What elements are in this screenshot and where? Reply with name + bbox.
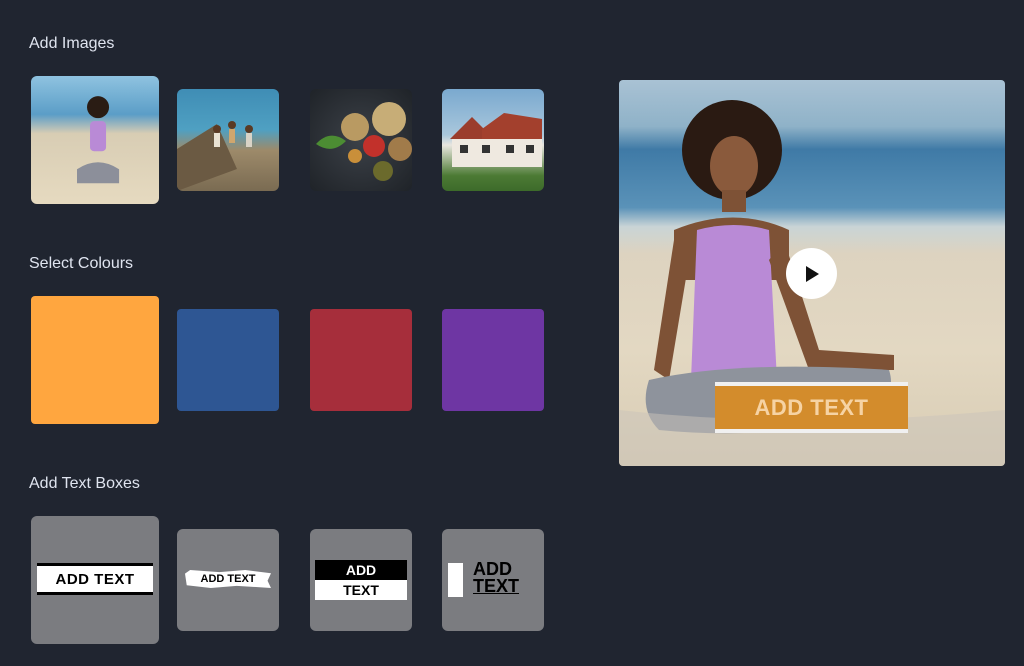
video-preview: ADD TEXT [619, 80, 1005, 466]
image-option-food[interactable] [310, 89, 412, 191]
text-box-sidebar-bottom: TEXT [473, 576, 520, 596]
select-colours-title: Select Colours [29, 255, 134, 272]
text-box-banner-label: ADD TEXT [37, 563, 153, 595]
food-items [316, 102, 412, 181]
image-option-friends[interactable] [177, 89, 279, 191]
colour-swatch-red[interactable] [310, 309, 412, 411]
text-box-sidebar-bar [448, 563, 463, 597]
text-box-brush-label: ADD TEXT [185, 570, 271, 588]
text-box-style-banner[interactable]: ADD TEXT [31, 516, 159, 644]
colour-swatch-blue[interactable] [177, 309, 279, 411]
friends-jumping-beach-photo [177, 89, 279, 191]
image-option-house[interactable] [442, 89, 544, 191]
add-images-title: Add Images [29, 35, 115, 52]
play-button[interactable] [786, 248, 837, 299]
person-silhouette [76, 95, 119, 184]
food-bowls-photo [310, 89, 412, 191]
text-box-stacked-bottom: TEXT [315, 580, 407, 600]
text-box-stacked: ADD TEXT [315, 560, 407, 600]
friends-figures [177, 121, 253, 191]
text-box-style-sidebar[interactable]: ADD TEXT [442, 529, 544, 631]
add-text-boxes-title: Add Text Boxes [29, 475, 140, 492]
colour-swatch-purple[interactable] [442, 309, 544, 411]
text-box-stacked-top: ADD [315, 560, 407, 580]
tudor-house-photo [442, 89, 544, 191]
house-shape [450, 113, 542, 167]
text-box-sidebar-label: ADD TEXT [473, 560, 520, 596]
preview-add-text-overlay[interactable]: ADD TEXT [715, 382, 908, 433]
text-box-style-brush[interactable]: ADD TEXT [177, 529, 279, 631]
play-icon [805, 265, 819, 282]
text-box-style-stacked[interactable]: ADD TEXT [310, 529, 412, 631]
meditating-woman-beach-photo [31, 76, 159, 204]
image-option-meditation[interactable] [31, 76, 159, 204]
colour-swatch-orange[interactable] [31, 296, 159, 424]
